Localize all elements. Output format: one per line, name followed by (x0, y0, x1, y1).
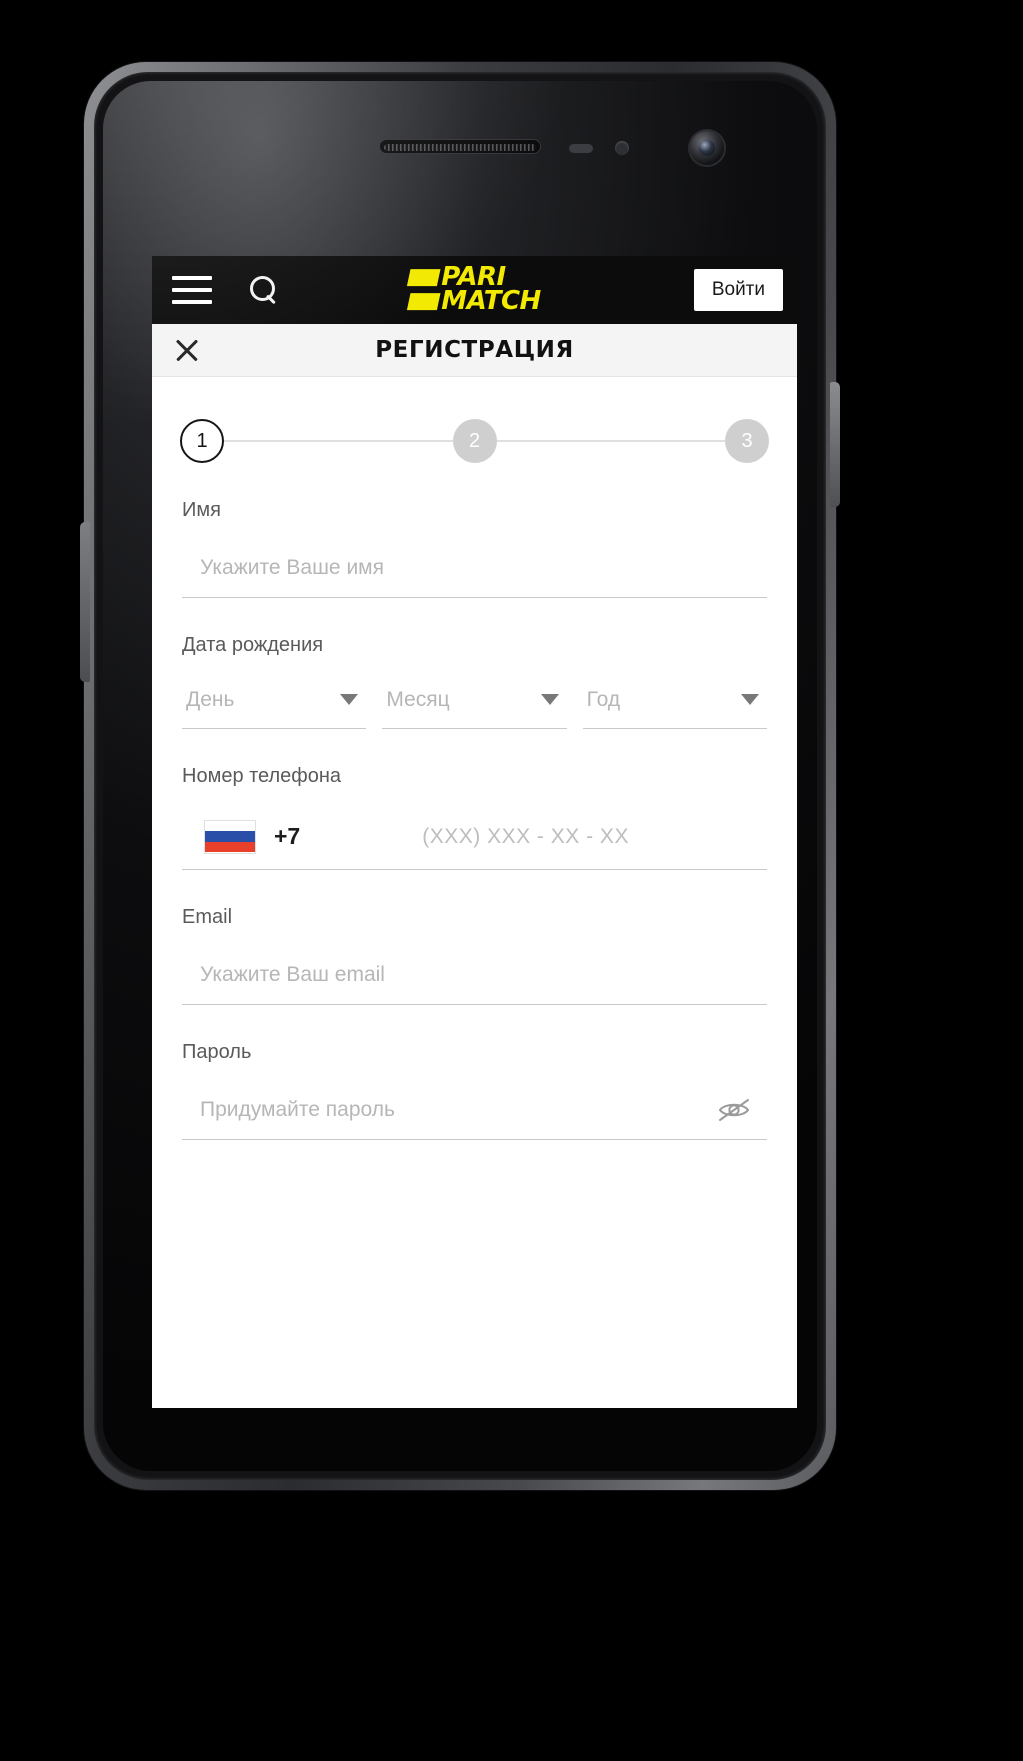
light-sensor-icon (615, 141, 629, 155)
step-indicator-1[interactable]: 1 (180, 419, 224, 463)
phone-screen: PARI MATCH Войти РЕГИСТРАЦИЯ 1 2 3 Имя У… (152, 256, 797, 1408)
logo-line-2: MATCH (406, 286, 541, 316)
device-bezel: PARI MATCH Войти РЕГИСТРАЦИЯ 1 2 3 Имя У… (103, 81, 817, 1471)
name-input-row[interactable]: Укажите Ваше имя (182, 538, 767, 598)
logo-chip-icon-2 (406, 293, 441, 311)
logo-text-match: MATCH (441, 286, 541, 316)
earpiece-speaker-icon (379, 139, 541, 154)
birthdate-day-select[interactable]: День (182, 671, 367, 729)
birthdate-label: Дата рождения (182, 634, 324, 656)
phone-device: PARI MATCH Войти РЕГИСТРАЦИЯ 1 2 3 Имя У… (80, 62, 840, 1490)
field-email: Email Укажите Ваш email (152, 906, 797, 1005)
phone-label: Номер телефона (182, 765, 342, 787)
search-icon[interactable] (248, 275, 278, 305)
front-camera-icon (690, 131, 724, 165)
registration-form: 1 2 3 Имя Укажите Ваше имя Дата рождения… (152, 377, 797, 1408)
password-input-placeholder: Придумайте пароль (200, 1097, 395, 1121)
registration-stepper: 1 2 3 (152, 377, 797, 463)
name-label: Имя (182, 499, 221, 521)
birthdate-month-value: Месяц (386, 687, 450, 711)
step-indicator-2[interactable]: 2 (452, 419, 497, 463)
password-input-row[interactable]: Придумайте пароль (182, 1080, 767, 1140)
proximity-sensor-icon (569, 144, 593, 153)
chevron-down-icon (740, 694, 759, 705)
chevron-down-icon (340, 694, 359, 705)
step-connector-1 (224, 440, 453, 442)
app-bar: PARI MATCH Войти (152, 256, 797, 324)
name-input-placeholder: Укажите Ваше имя (200, 555, 384, 579)
field-phone: Номер телефона +7 (XXX) XXX - XX - XX (152, 765, 797, 870)
step-number-2: 2 (468, 429, 481, 452)
password-label: Пароль (182, 1041, 252, 1063)
step-number-1: 1 (196, 429, 208, 452)
field-name: Имя Укажите Ваше имя (152, 499, 797, 598)
field-password: Пароль Придумайте пароль (152, 1041, 797, 1140)
phone-input-row[interactable]: +7 (XXX) XXX - XX - XX (182, 804, 767, 870)
phone-input-placeholder: (XXX) XXX - XX - XX (422, 824, 629, 848)
email-input-placeholder: Укажите Ваш email (200, 962, 385, 986)
step-connector-2 (496, 440, 725, 442)
chevron-down-icon (540, 694, 559, 705)
russia-flag-icon[interactable] (204, 819, 256, 854)
power-button[interactable] (830, 382, 840, 507)
volume-button[interactable] (80, 522, 90, 682)
page-title: РЕГИСТРАЦИЯ (375, 337, 574, 363)
step-number-3: 3 (741, 429, 753, 452)
step-indicator-3[interactable]: 3 (725, 419, 769, 463)
email-input-row[interactable]: Укажите Ваш email (182, 945, 767, 1005)
parimatch-logo: PARI MATCH (406, 264, 541, 316)
registration-title-bar: РЕГИСТРАЦИЯ (152, 324, 797, 377)
hamburger-menu-icon[interactable] (172, 276, 212, 304)
login-button[interactable]: Войти (693, 269, 783, 311)
screenshot-stage: PARI MATCH Войти РЕГИСТРАЦИЯ 1 2 3 Имя У… (0, 0, 1023, 1761)
birthdate-selectors: День Месяц Год (182, 671, 767, 729)
phone-dial-code: +7 (274, 823, 301, 849)
birthdate-day-value: День (186, 687, 235, 711)
field-birthdate: Дата рождения День Месяц Год (152, 634, 797, 729)
birthdate-year-value: Год (586, 687, 621, 711)
birthdate-year-select[interactable]: Год (582, 671, 767, 729)
birthdate-month-select[interactable]: Месяц (382, 671, 567, 729)
close-icon[interactable] (174, 337, 200, 363)
email-label: Email (182, 906, 233, 928)
logo-chip-icon (406, 269, 441, 287)
device-inner-frame: PARI MATCH Войти РЕГИСТРАЦИЯ 1 2 3 Имя У… (94, 72, 826, 1480)
eye-off-icon[interactable] (715, 1095, 753, 1125)
